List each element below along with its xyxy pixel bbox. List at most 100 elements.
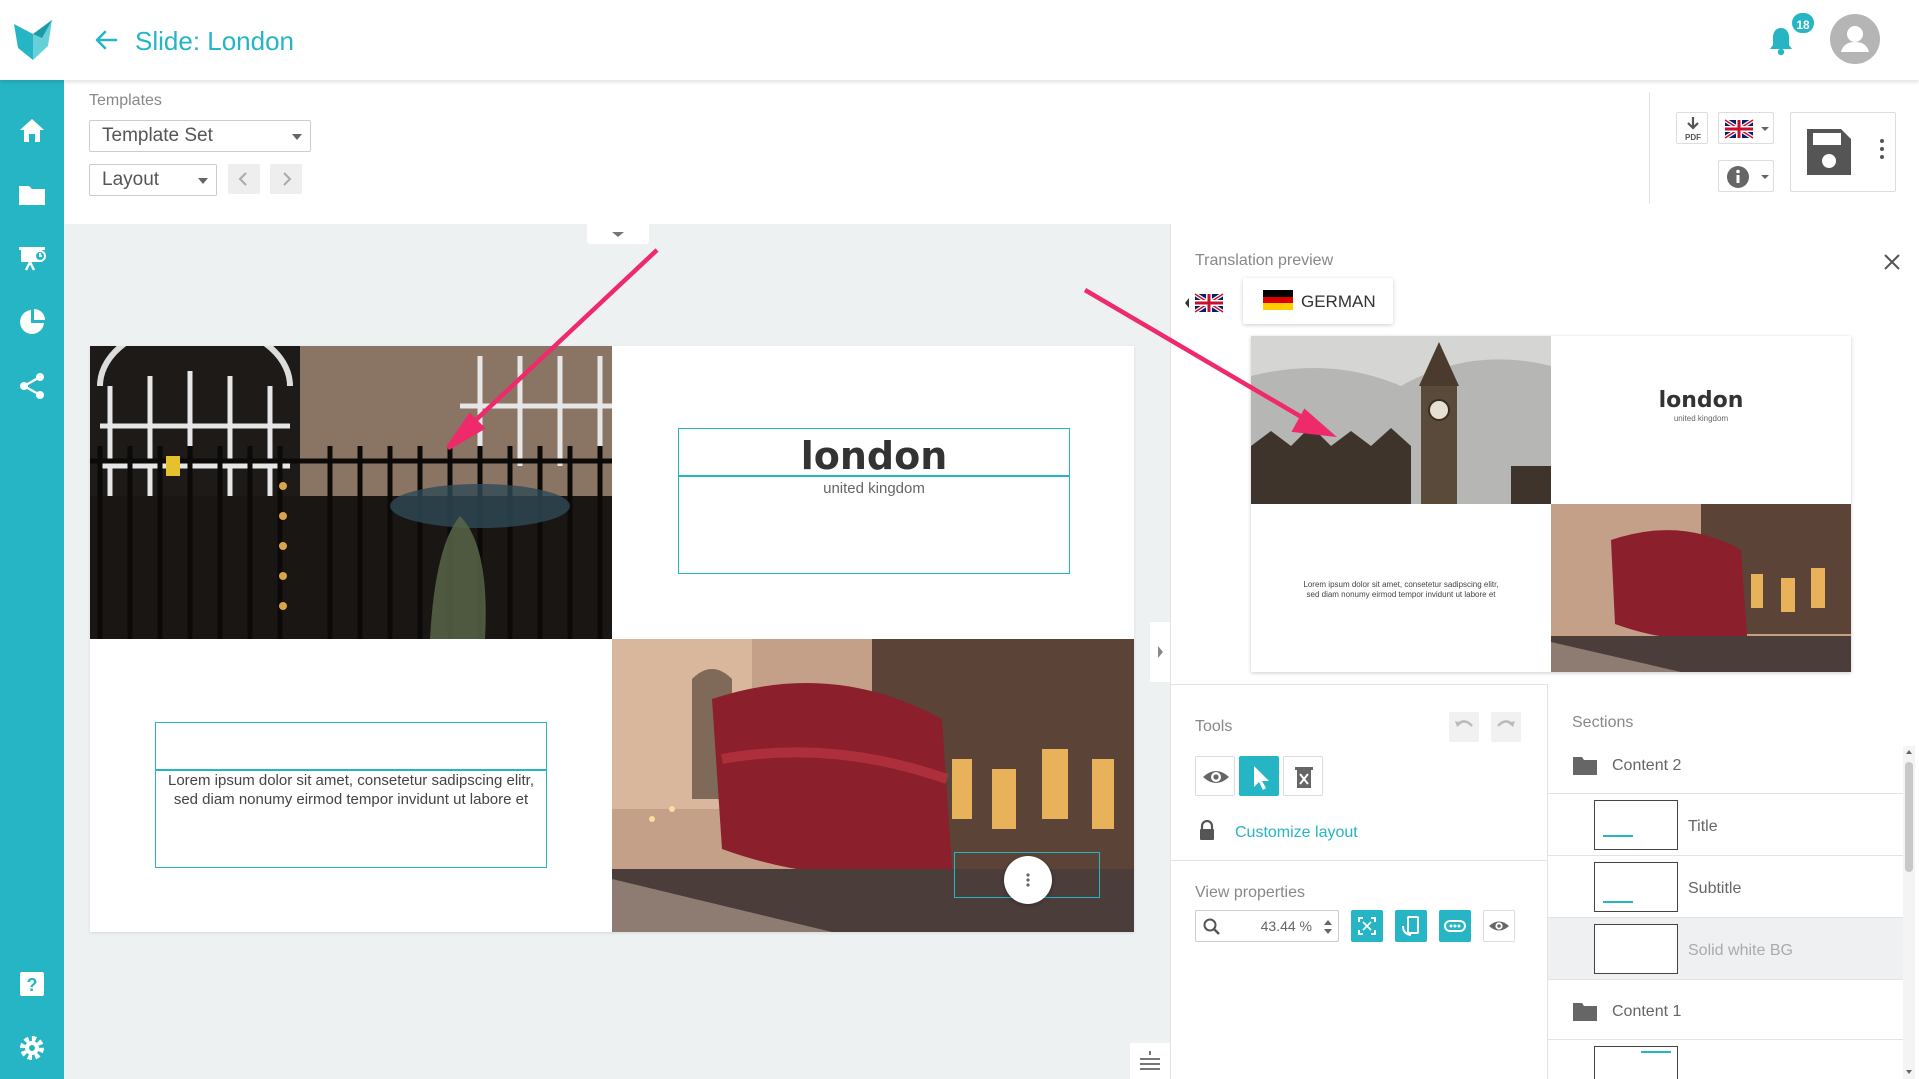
notification-bell-icon[interactable] [1768,26,1794,56]
sections-label: Sections [1572,714,1634,731]
export-pdf-button[interactable]: PDF [1676,112,1708,144]
undo-icon [1455,720,1473,727]
german-flag-icon [1263,290,1293,310]
guides-icon [1444,920,1466,932]
left-sidebar: ? [0,80,64,1079]
section-layer-solid-white-bg[interactable]: Solid white BG [1548,918,1908,980]
sections-scrollbar[interactable] [1903,746,1915,1079]
layer-thumbnail [1594,800,1678,850]
fence-photo[interactable] [90,346,612,639]
template-set-select[interactable]: Template Set [89,120,311,152]
undo-button[interactable] [1449,712,1479,742]
zoom-input[interactable] [1226,915,1312,937]
chevron-down-icon [198,178,208,184]
redo-icon [1497,720,1515,727]
settings-gear-icon[interactable] [16,1032,48,1064]
preview-body-text: Lorem ipsum dolor sit amet, consetetur s… [1251,580,1551,600]
toolbar-divider [1649,92,1650,204]
translation-preview-label: Translation preview [1195,252,1334,269]
fence-image [90,346,612,639]
user-avatar[interactable] [1830,14,1880,64]
delete-element-button[interactable] [1283,756,1323,796]
preview-toggle-button[interactable] [1195,756,1235,796]
sections-panel: Sections Content 2 Title Subtitle Solid … [1547,684,1919,1079]
device-rotate-icon [1402,916,1419,936]
chevron-right-icon [1158,646,1163,658]
top-bar: Slide: London 18 [0,0,1919,80]
section-label: Content 2 [1612,757,1682,774]
share-icon[interactable] [16,370,48,402]
preview-body-line-1: Lorem ipsum dolor sit amet, consetetur s… [1303,580,1499,589]
section-folder-content-2[interactable]: Content 2 [1548,734,1908,794]
app-logo[interactable] [12,18,54,62]
chevron-right-icon [283,172,292,186]
next-layout-button[interactable] [270,164,302,194]
section-label: Solid white BG [1688,942,1793,959]
info-icon [1727,166,1769,188]
slide-canvas[interactable]: london united kingdom Lorem ipsum dolor … [90,346,1134,932]
zoom-field[interactable] [1195,910,1339,942]
folder-icon[interactable] [16,178,48,210]
home-icon[interactable] [16,114,48,146]
stepper-icon[interactable] [1322,917,1334,937]
layer-thumbnail [1594,1046,1678,1079]
view-visibility-button[interactable] [1483,910,1515,942]
german-language-chip[interactable]: GERMAN [1243,278,1393,324]
info-menu-button[interactable] [1718,160,1774,192]
fit-to-screen-button[interactable] [1351,910,1383,942]
previous-language-button[interactable] [1183,290,1227,316]
slide-body-line-2: sed diam nonumy eirmod tempor invidunt u… [173,790,529,808]
previous-layout-button[interactable] [228,164,260,194]
close-icon[interactable] [1882,252,1902,272]
layer-thumbnail [1594,862,1678,912]
notification-badge: 18 [1790,11,1816,35]
section-layer-subtitle[interactable]: Subtitle [1548,856,1908,918]
select-tool-button[interactable] [1239,756,1279,796]
chevron-left-icon [238,172,247,186]
redo-button[interactable] [1491,712,1521,742]
layout-select[interactable]: Layout [89,164,217,196]
uk-flag-icon [1723,118,1769,140]
thumb-marker [1641,1051,1671,1053]
customize-layout-link[interactable]: Customize layout [1235,824,1358,842]
layout-value: Layout [102,169,160,190]
big-ben-image [1251,336,1551,504]
tools-divider [1171,860,1547,861]
section-label: Content 1 [1612,1003,1682,1020]
uk-flag-icon [1185,292,1225,314]
preview-title: london [1658,388,1744,413]
fit-screen-icon [1358,917,1376,935]
search-icon [1203,918,1220,935]
collapse-toolbar-tab[interactable] [587,224,649,244]
user-icon [1841,26,1869,52]
slide-body-text: Lorem ipsum dolor sit amet, consetetur s… [155,772,547,810]
section-layer-title[interactable]: Title [1548,794,1908,856]
pie-chart-icon[interactable] [16,306,48,338]
preview-bus-image [1551,504,1851,672]
section-layer-partial[interactable] [1548,1040,1908,1079]
language-select[interactable] [1718,112,1774,144]
help-icon[interactable]: ? [16,968,48,1000]
element-more-button[interactable] [1004,856,1052,904]
folder-icon [1573,1003,1597,1021]
guides-toggle-button[interactable] [1439,910,1471,942]
thumb-marker [1603,901,1633,903]
save-button[interactable] [1790,112,1896,192]
back-arrow-icon[interactable] [92,26,120,54]
presentation-icon[interactable] [16,242,48,274]
section-folder-content-1[interactable]: Content 1 [1548,980,1908,1040]
slide-title: london [800,434,948,478]
expand-panel-tab[interactable] [1150,622,1170,682]
drag-lines-icon [1140,1051,1160,1070]
scroll-down-icon [1906,1070,1912,1074]
german-language-label: GERMAN [1301,292,1376,311]
device-view-button[interactable] [1395,910,1427,942]
drag-handle[interactable] [1130,1043,1170,1079]
svg-text:PDF: PDF [1685,133,1701,142]
preview-subtitle: united kingdom [1673,414,1729,423]
slide-body-line-1: Lorem ipsum dolor sit amet, consetetur s… [168,772,534,789]
trash-icon [1295,767,1313,788]
svg-text:?: ? [27,975,38,995]
eye-icon [1489,921,1509,931]
scroll-thumb[interactable] [1905,762,1913,872]
